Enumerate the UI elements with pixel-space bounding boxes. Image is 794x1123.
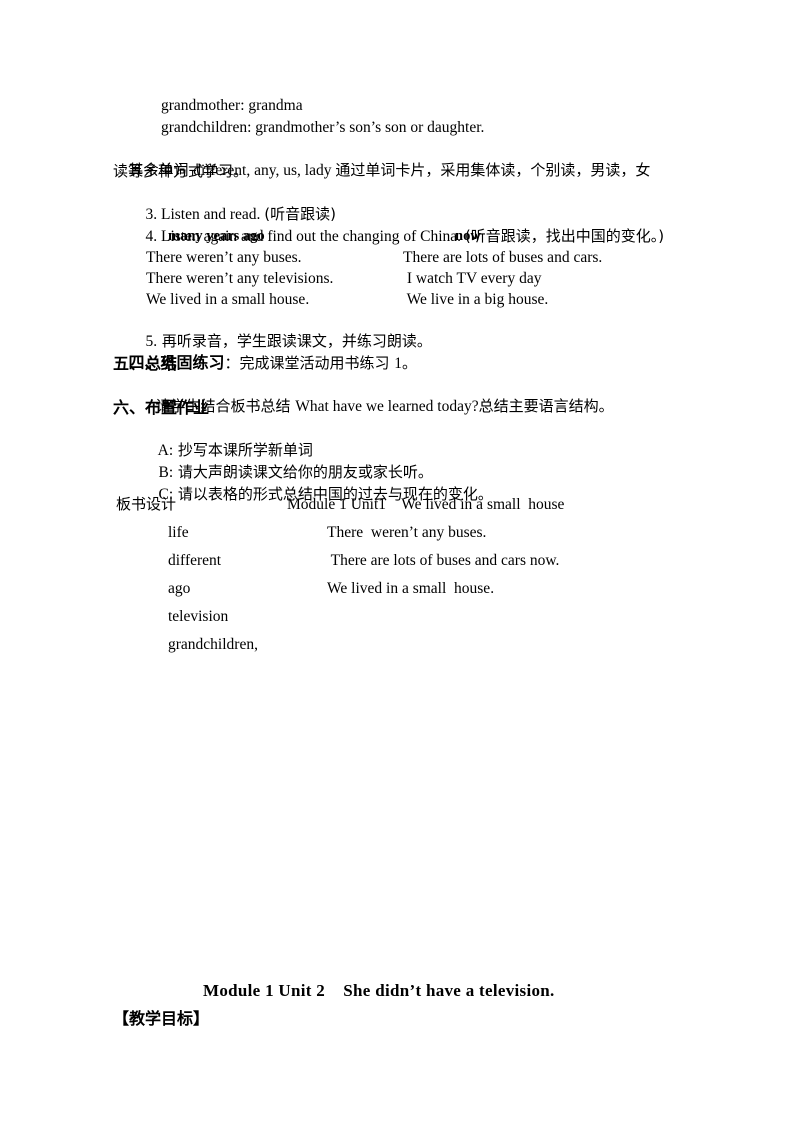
compare-row-2-past: We lived in a small house.: [146, 291, 310, 308]
compare-header-now: now: [455, 228, 481, 244]
compare-row-0-past: There weren’t any buses.: [146, 249, 302, 266]
blackboard-sentence-0: There weren’t any buses.: [327, 524, 487, 541]
step-4-cjk-note: (听音跟读，找出中国的变化。): [464, 227, 665, 245]
blackboard-sentence-1: There are lots of buses and cars now.: [327, 552, 560, 569]
section-four-exercise-number: 1: [394, 355, 403, 372]
compare-row-1-now: I watch TV every day: [403, 270, 542, 287]
section-four-body: ：完成课堂活动用书练习: [224, 354, 395, 372]
blackboard-word-3: television: [168, 608, 229, 625]
compare-row-0-now: There are lots of buses and cars.: [403, 249, 603, 266]
section-five-body-cjk-tail: 总结主要语言结构。: [478, 397, 614, 415]
blackboard-word-0: life: [168, 524, 189, 541]
vocab-note-grandchildren: grandchildren: grandmother’s son’s son o…: [161, 119, 485, 136]
blackboard-word-2: ago: [168, 580, 191, 597]
section-five-heading: 五、总结: [113, 354, 178, 373]
document-page: grandmother: grandma grandchildren: gran…: [0, 0, 794, 1123]
section-four-body-end: 。: [402, 354, 418, 372]
section-five-body-question: What have we learned today?: [295, 398, 479, 415]
vocab-paragraph-line2: 读等多种方式学习。: [113, 162, 249, 180]
step-4-number: 4.: [145, 228, 158, 245]
blackboard-title: Module 1 Unit1 We lived in a small house: [287, 496, 565, 513]
vocab-note-grandmother: grandmother: grandma: [161, 97, 303, 114]
vocab-paragraph-cjk-tail: 通过单词卡片，采用集体读，个别读，男读，女: [335, 161, 651, 179]
blackboard-label: 板书设计: [116, 495, 177, 513]
blackboard-word-4: grandchildren,: [168, 636, 258, 653]
compare-header-past: many years ago: [168, 228, 265, 244]
section-six-heading: 六、布置作业: [113, 398, 210, 417]
compare-row-1-past: There weren’t any televisions.: [146, 270, 334, 287]
blackboard-sentence-2: We lived in a small house.: [327, 580, 495, 597]
next-unit-title: Module 1 Unit 2 She didn’t have a televi…: [203, 981, 555, 1000]
next-unit-objectives-heading: 【教学目标】: [113, 1009, 210, 1028]
blackboard-word-1: different: [168, 552, 222, 569]
compare-row-2-now: We live in a big house.: [403, 291, 549, 308]
